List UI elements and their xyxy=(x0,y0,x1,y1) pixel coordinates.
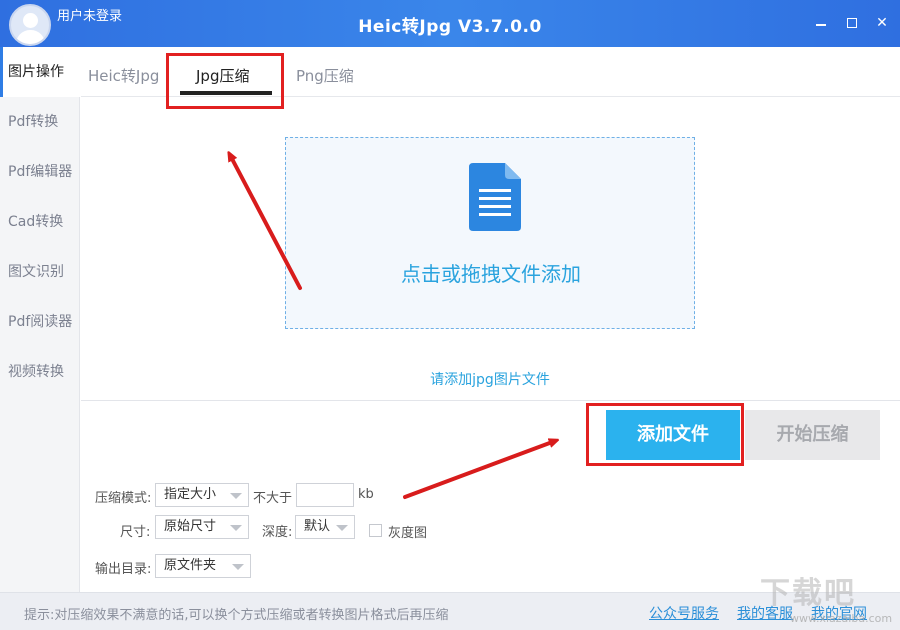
add-files-hint: 请添加jpg图片文件 xyxy=(430,372,550,388)
compress-mode-label: 压缩模式: xyxy=(95,491,152,506)
compress-mode-select[interactable]: 指定大小 xyxy=(155,483,249,507)
annotation-box-add-button xyxy=(586,403,744,466)
chevron-down-icon xyxy=(230,525,242,531)
sidebar-item-cad-convert[interactable]: Cad转换 xyxy=(0,197,80,247)
maximize-icon xyxy=(847,18,857,28)
sidebar-item-pdf-convert[interactable]: Pdf转换 xyxy=(0,97,80,147)
sidebar-item-pdf-editor[interactable]: Pdf编辑器 xyxy=(0,147,80,197)
chevron-down-icon xyxy=(230,493,242,499)
close-icon: ✕ xyxy=(876,15,888,31)
not-exceed-label: 不大于 xyxy=(253,491,293,506)
app-title: Heic转Jpg V3.7.0.0 xyxy=(358,17,542,37)
dimension-select[interactable]: 原始尺寸 xyxy=(155,515,249,539)
sidebar-item-pdf-reader[interactable]: Pdf阅读器 xyxy=(0,297,80,347)
output-dir-select[interactable]: 原文件夹 xyxy=(155,554,251,578)
wechat-service-link[interactable]: 公众号服务 xyxy=(649,603,719,623)
grayscale-label: 灰度图 xyxy=(388,526,428,541)
target-size-input[interactable] xyxy=(296,483,354,507)
output-dir-value: 原文件夹 xyxy=(164,558,217,573)
depth-label: 深度: xyxy=(262,525,293,540)
document-icon xyxy=(469,163,521,231)
dimension-value: 原始尺寸 xyxy=(164,519,217,534)
footer-tip: 提示:对压缩效果不满意的话,可以换个方式压缩或者转换图片格式后再压缩 xyxy=(24,608,449,623)
depth-select[interactable]: 默认 xyxy=(295,515,355,539)
maximize-button[interactable] xyxy=(843,14,861,32)
start-compress-button[interactable]: 开始压缩 xyxy=(745,410,880,460)
size-unit-label: kb xyxy=(358,487,374,502)
sidebar-item-video-convert[interactable]: 视频转换 xyxy=(0,347,80,397)
output-dir-label: 输出目录: xyxy=(95,562,152,577)
tab-png-compress[interactable]: Png压缩 xyxy=(296,47,354,97)
watermark-url: www.xiazaiba.com xyxy=(790,612,893,625)
file-drop-zone[interactable]: 点击或拖拽文件添加 xyxy=(285,137,695,329)
sidebar-item-image-ops[interactable]: 图片操作 xyxy=(0,47,80,97)
title-bar: 用户未登录 Heic转Jpg V3.7.0.0 ✕ xyxy=(0,0,900,47)
chevron-down-icon xyxy=(336,525,348,531)
depth-value: 默认 xyxy=(304,519,331,534)
drop-zone-text: 点击或拖拽文件添加 xyxy=(401,262,581,286)
minimize-icon xyxy=(816,24,826,26)
sidebar: 图片操作 Pdf转换 Pdf编辑器 Cad转换 图文识别 Pdf阅读器 视频转换 xyxy=(0,47,80,592)
divider xyxy=(81,400,900,401)
chevron-down-icon xyxy=(232,564,244,570)
minimize-button[interactable] xyxy=(812,14,830,32)
compress-mode-value: 指定大小 xyxy=(164,487,217,502)
dimension-label: 尺寸: xyxy=(120,525,151,540)
annotation-box-tab xyxy=(166,53,284,109)
sidebar-item-ocr[interactable]: 图文识别 xyxy=(0,247,80,297)
annotation-arrow-right xyxy=(403,441,555,499)
grayscale-checkbox[interactable] xyxy=(369,524,382,537)
close-button[interactable]: ✕ xyxy=(873,14,891,32)
watermark-logo: 下载吧 xyxy=(760,576,856,611)
tab-heic-to-jpg[interactable]: Heic转Jpg xyxy=(88,47,159,97)
